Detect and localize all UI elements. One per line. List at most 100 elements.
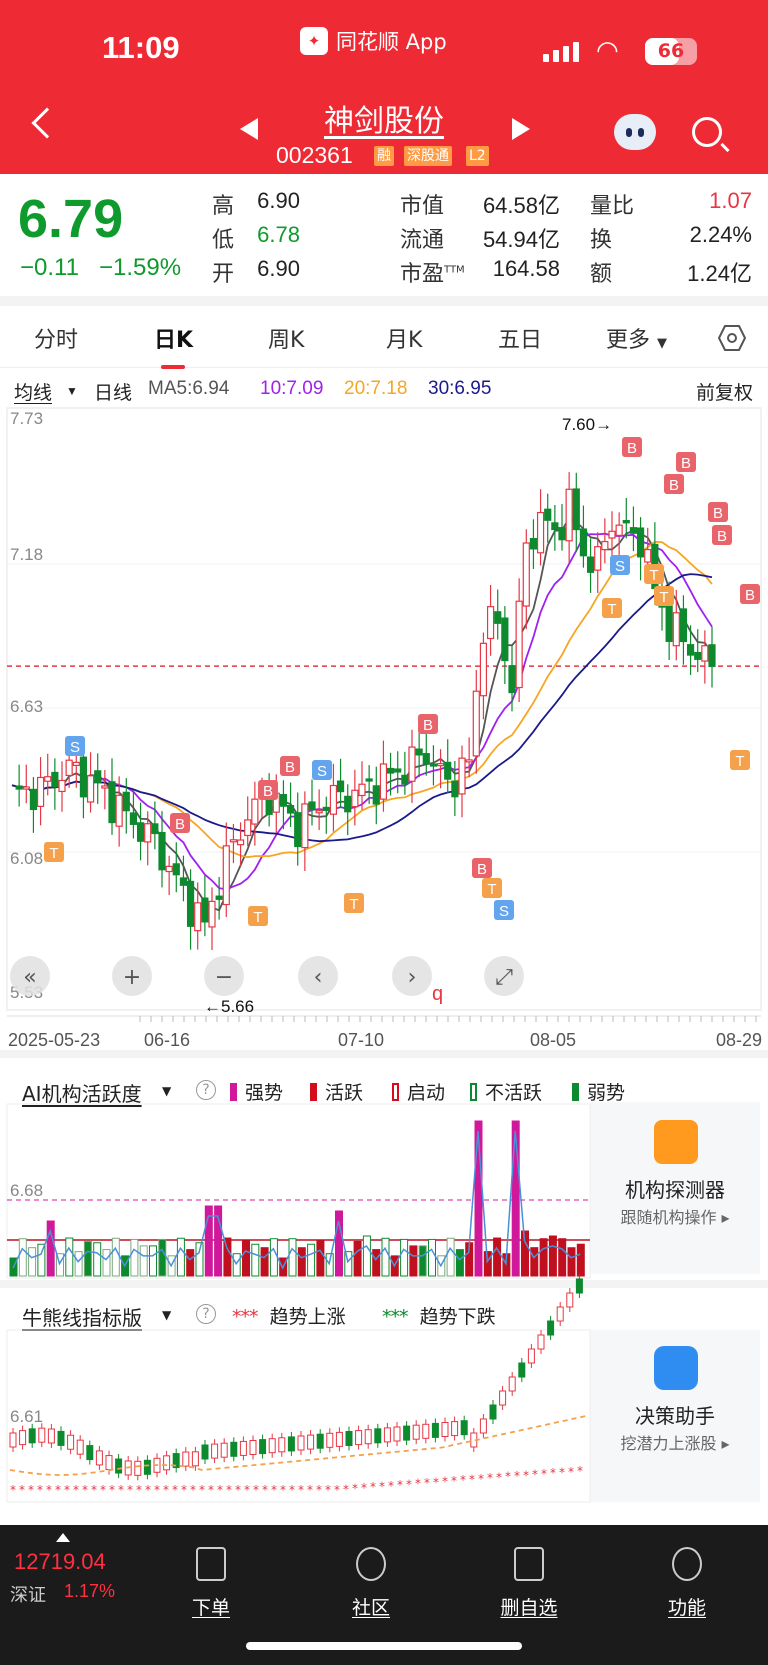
institution-detector-card[interactable]: 机构探测器 跟随机构操作 ▸: [590, 1102, 760, 1274]
ai-activity-bar: [530, 1247, 539, 1277]
trend-up-dot: *: [559, 1466, 565, 1480]
decision-assistant-card[interactable]: 决策助手 挖潜力上涨股 ▸: [590, 1330, 760, 1502]
candle-body: [186, 880, 195, 927]
expand-up-icon[interactable]: [56, 1533, 70, 1542]
trend-up-dot: *: [514, 1469, 520, 1483]
candle-body: [244, 819, 252, 837]
buy-marker-label: B: [627, 440, 637, 457]
trend-up-dot: *: [271, 1483, 277, 1497]
ai-activity-bar: [214, 1205, 223, 1277]
legend-label: 强势: [245, 1082, 284, 1104]
decision-search-icon: [654, 1346, 698, 1390]
nav-label: 下单: [191, 1597, 230, 1619]
candle-body: [558, 527, 566, 541]
ai-activity-bar: [18, 1238, 27, 1277]
trend-up-dot: *: [352, 1482, 358, 1496]
ai-activity-bar: [28, 1247, 37, 1277]
candlestick-chart[interactable]: 7.737.186.636.085.53BBBBBBBBBBBSSSSTTTTT…: [0, 0, 768, 1050]
institution-house-icon: [654, 1120, 698, 1164]
ai-legend-item: 强势: [230, 1078, 283, 1105]
bull-candle-body: [470, 1432, 478, 1448]
ai-activity-bar: [372, 1249, 381, 1277]
candle-body: [408, 746, 416, 782]
ai-activity-bar: [288, 1238, 297, 1277]
bull-candle-body: [566, 1292, 574, 1308]
candle-body: [515, 600, 523, 689]
help-icon[interactable]: ?: [196, 1304, 216, 1324]
ai-panel-title[interactable]: AI机构活跃度: [22, 1078, 142, 1107]
trend-up-dot: *: [172, 1483, 178, 1497]
order-doc-icon: [196, 1547, 226, 1581]
candle-body: [494, 611, 502, 624]
trend-up-dot: *: [316, 1483, 322, 1497]
bull-candle-body: [537, 1334, 545, 1350]
candle-body: [444, 761, 452, 780]
trend-up-dot: *: [388, 1479, 394, 1493]
candle-body: [579, 528, 588, 557]
nav-label: 删自选: [500, 1597, 558, 1619]
bull-bear-title[interactable]: 牛熊线指标版: [22, 1302, 142, 1331]
trend-up-dot: *: [568, 1465, 574, 1479]
candle-body: [86, 775, 95, 803]
ai-legend-item: 不活跃: [470, 1078, 542, 1105]
trend-up-dot: *: [460, 1473, 466, 1487]
trend-up-dot: *: [253, 1483, 259, 1497]
trend-up-dot: *: [280, 1483, 286, 1497]
candle-body: [286, 805, 295, 814]
chevron-down-icon[interactable]: ▼: [162, 1084, 171, 1098]
ai-activity-bar: [325, 1253, 334, 1277]
candle-body: [401, 774, 409, 785]
x-axis-label: 08-05: [530, 1030, 576, 1050]
candle-body: [615, 524, 623, 536]
trend-up-dot: *: [100, 1483, 106, 1497]
bull-candle-body: [134, 1460, 142, 1476]
bull-candle-body: [67, 1434, 75, 1450]
ai-activity-bar: [390, 1255, 399, 1277]
trade-marker-label: T: [607, 601, 616, 618]
buy-marker-label: B: [423, 717, 433, 734]
legend-swatch: [392, 1083, 399, 1101]
trend-up-dot: *: [379, 1480, 385, 1494]
chart-frame: [6, 407, 762, 1011]
candle-body: [429, 763, 438, 767]
candle-body: [222, 845, 230, 906]
ai-activity-bar: [65, 1237, 74, 1277]
bull-candle-body: [412, 1424, 420, 1440]
bull-candle-body: [124, 1460, 132, 1476]
candle-body: [308, 801, 316, 811]
ai-activity-bar: [83, 1240, 92, 1277]
ai-activity-line: [12, 1130, 581, 1270]
trend-up-dot: *: [298, 1483, 304, 1497]
bull-candle-body: [383, 1427, 391, 1443]
candle-body: [422, 753, 430, 765]
bull-candle-body: [460, 1420, 468, 1436]
ai-legend-item: 活跃: [310, 1078, 363, 1105]
bull-candle-body: [451, 1421, 459, 1437]
trend-up-marks: ***: [232, 1306, 258, 1328]
high-annotation: 7.60→: [562, 415, 612, 434]
separator: [0, 1050, 768, 1058]
ai-activity-bar: [558, 1238, 567, 1277]
candle-body: [594, 546, 602, 571]
ai-activity-bar: [74, 1251, 83, 1277]
candle-body: [179, 877, 188, 886]
bull-candle-body: [422, 1423, 430, 1439]
candle-body: [386, 767, 395, 774]
buy-marker-label: B: [263, 783, 273, 800]
bull-candle-body: [499, 1390, 507, 1406]
candle-body: [129, 812, 138, 825]
sell-marker-label: S: [317, 763, 327, 780]
chevron-down-icon[interactable]: ▼: [162, 1308, 171, 1322]
help-icon[interactable]: ?: [196, 1080, 216, 1100]
trend-up-dot: *: [145, 1483, 151, 1497]
bull-candle-body: [364, 1429, 372, 1445]
x-axis-label: 08-29: [716, 1030, 762, 1050]
ai-activity-bar: [204, 1205, 213, 1277]
candle-body: [472, 690, 480, 757]
bull-candle-body: [547, 1320, 555, 1336]
ai-activity-bar: [428, 1238, 436, 1277]
bull-candle-body: [19, 1430, 27, 1446]
index-value[interactable]: 12719.04: [14, 1549, 106, 1575]
x-axis-label: 06-16: [144, 1030, 190, 1050]
candle-body: [201, 897, 209, 923]
